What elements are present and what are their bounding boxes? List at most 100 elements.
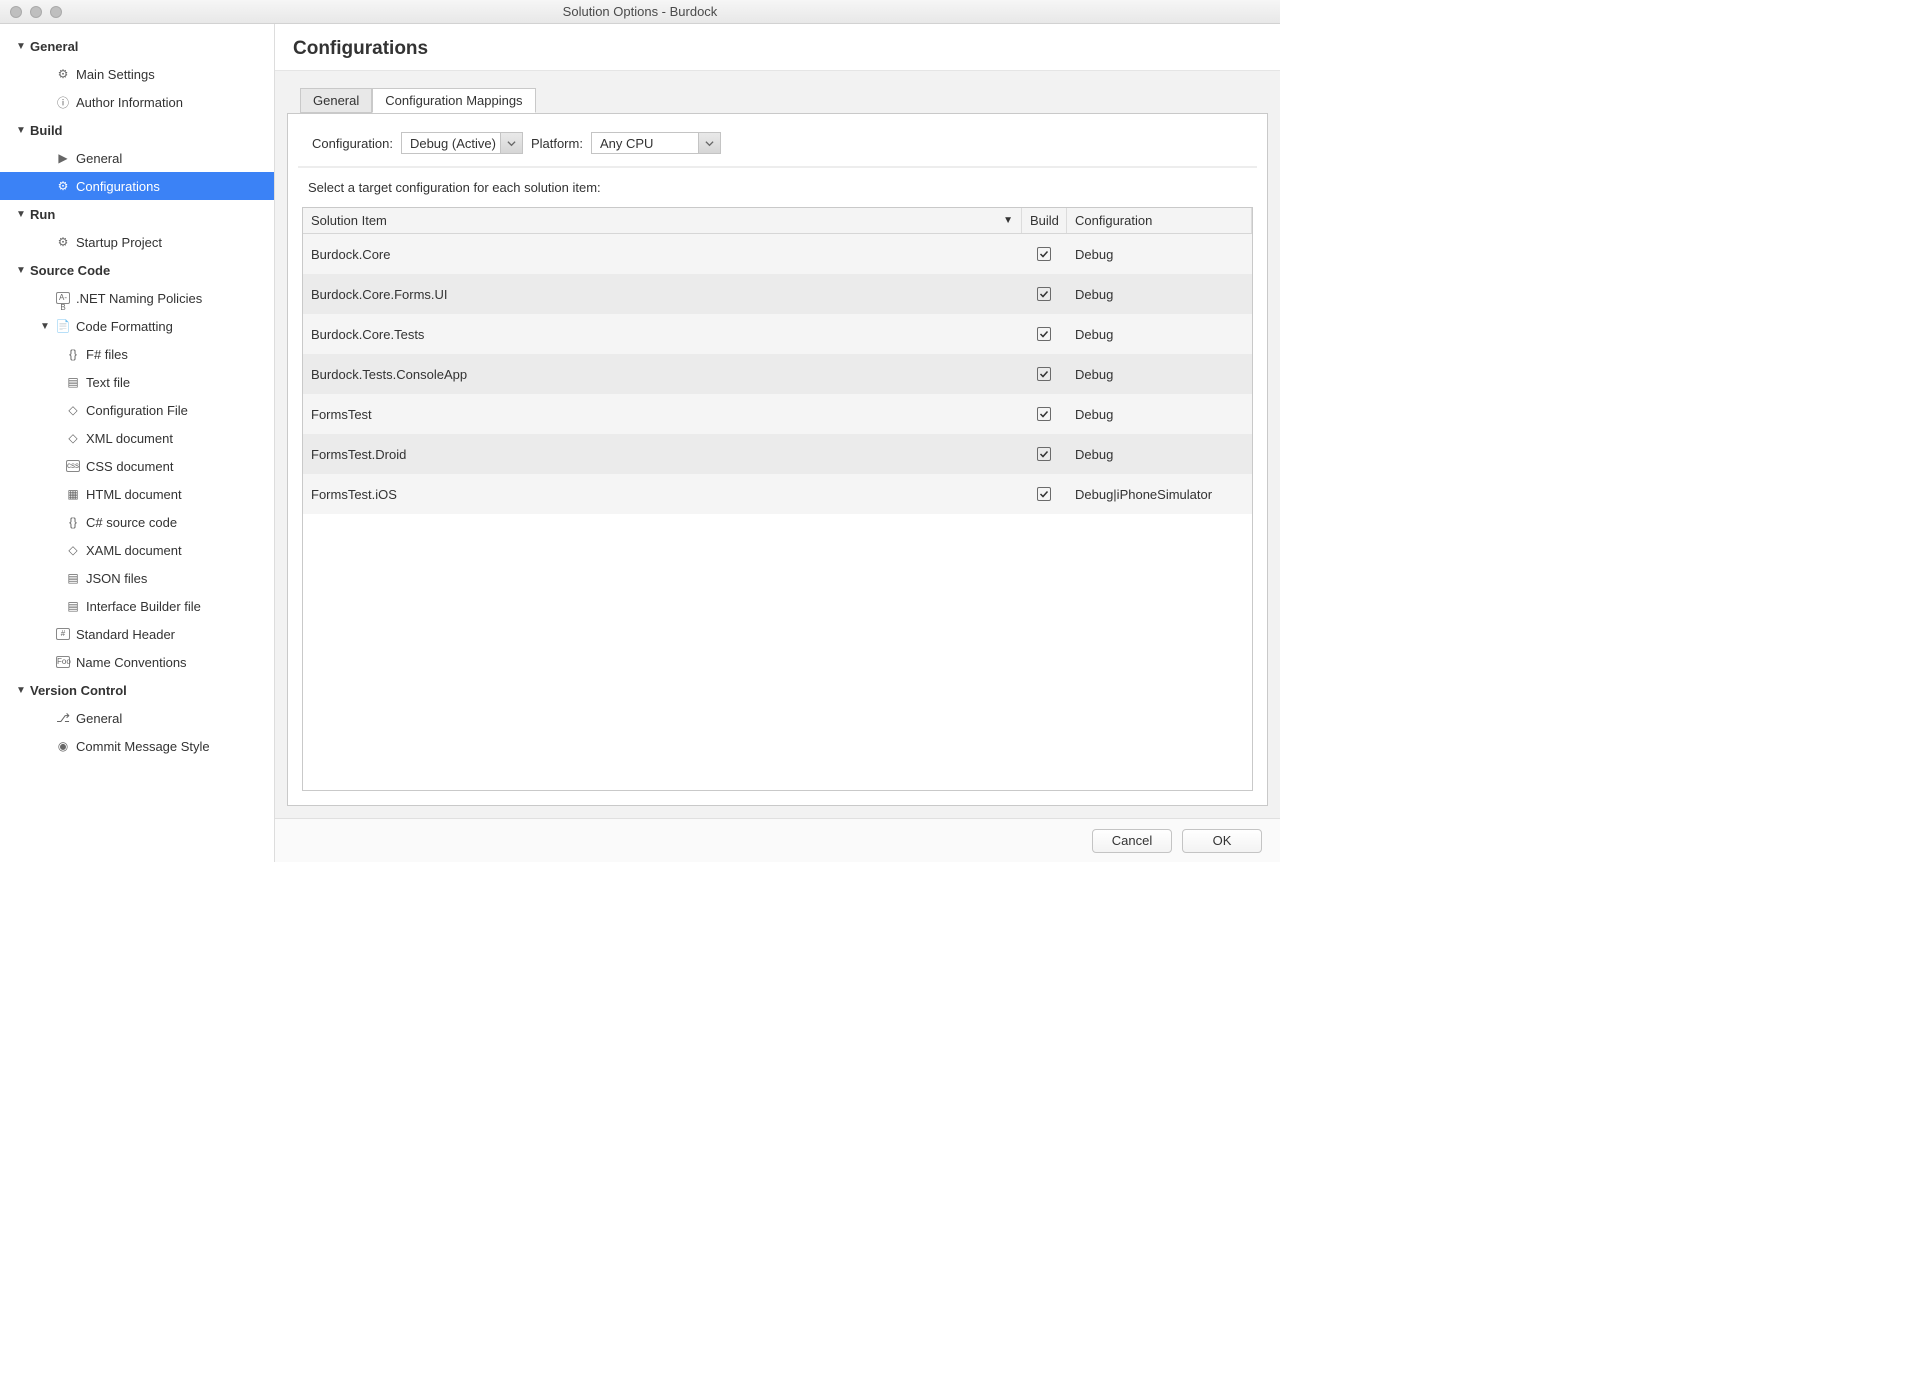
sidebar-item[interactable]: ▶ General (0, 144, 274, 172)
sidebar-item[interactable]: ⓘAuthor Information (0, 88, 274, 116)
build-checkbox[interactable] (1037, 487, 1051, 501)
minimize-window-button[interactable] (30, 6, 42, 18)
sidebar-section[interactable]: ▼General (0, 32, 274, 60)
sidebar-item-label: Configuration File (86, 403, 188, 418)
braces-icon: {} (64, 515, 82, 529)
sidebar-item[interactable]: ▤ Text file (0, 368, 274, 396)
sidebar-item[interactable]: ⚙Startup Project (0, 228, 274, 256)
disclosure-triangle-icon: ▼ (16, 685, 26, 696)
xml-icon: ◇ (64, 403, 82, 417)
sidebar-item-label: General (76, 151, 122, 166)
platform-select[interactable]: Any CPU (591, 132, 721, 154)
tab-general[interactable]: General (300, 88, 372, 113)
xml-icon: ◇ (64, 543, 82, 557)
cell-configuration[interactable]: Debug (1067, 407, 1252, 422)
sidebar-section[interactable]: ▼ Version Control (0, 676, 274, 704)
table-row[interactable]: Burdock.Tests.ConsoleAppDebug (303, 354, 1252, 394)
sidebar-item-label: Text file (86, 375, 130, 390)
close-window-button[interactable] (10, 6, 22, 18)
doc-icon: ▤ (64, 375, 82, 389)
column-configuration[interactable]: Configuration (1067, 208, 1252, 233)
cell-configuration[interactable]: Debug (1067, 447, 1252, 462)
build-checkbox[interactable] (1037, 407, 1051, 421)
ab-icon: A-B (54, 292, 72, 304)
configuration-select[interactable]: Debug (Active) (401, 132, 523, 154)
cell-build (1022, 367, 1067, 382)
sidebar-item-label: Commit Message Style (76, 739, 210, 754)
tab-mappings-label: Configuration Mappings (385, 93, 522, 108)
doc-icon: ▤ (64, 571, 82, 585)
sidebar-item-label: Standard Header (76, 627, 175, 642)
sidebar-section[interactable]: ▼Build (0, 116, 274, 144)
sidebar-item[interactable]: ▼📄Code Formatting (0, 312, 274, 340)
table-row[interactable]: Burdock.Core.TestsDebug (303, 314, 1252, 354)
sidebar-item[interactable]: ⎇General (0, 704, 274, 732)
sidebar-item-label: Startup Project (76, 235, 162, 250)
build-checkbox[interactable] (1037, 447, 1051, 461)
mappings-panel: Configuration: Debug (Active) Platform: … (287, 113, 1268, 806)
info-icon: ⓘ (54, 94, 72, 111)
sidebar-item[interactable]: ◇ Configuration File (0, 396, 274, 424)
sidebar-item[interactable]: #Standard Header (0, 620, 274, 648)
section-label: Source Code (30, 263, 110, 278)
section-label: Version Control (30, 683, 127, 698)
page-title: Configurations (275, 24, 1280, 71)
sort-descending-icon: ▼ (1003, 215, 1013, 226)
build-checkbox[interactable] (1037, 327, 1051, 341)
build-checkbox[interactable] (1037, 287, 1051, 301)
cancel-button[interactable]: Cancel (1092, 829, 1172, 853)
cell-solution-item: FormsTest.Droid (303, 447, 1022, 462)
sidebar-item-label: Configurations (76, 179, 160, 194)
sidebar-item-label: XAML document (86, 543, 182, 558)
build-checkbox[interactable] (1037, 247, 1051, 261)
tab-bar: General Configuration Mappings (300, 88, 1268, 113)
sidebar-item-label: C# source code (86, 515, 177, 530)
column-build[interactable]: Build (1022, 208, 1067, 233)
sidebar-item[interactable]: ▤ JSON files (0, 564, 274, 592)
sidebar-item[interactable]: {} C# source code (0, 508, 274, 536)
ok-button[interactable]: OK (1182, 829, 1262, 853)
sidebar-item[interactable]: ⚙Configurations (0, 172, 274, 200)
cell-configuration[interactable]: Debug (1067, 367, 1252, 382)
cell-build (1022, 487, 1067, 502)
sidebar-item-label: XML document (86, 431, 173, 446)
cell-configuration[interactable]: Debug (1067, 247, 1252, 262)
cell-solution-item: FormsTest.iOS (303, 487, 1022, 502)
table-row[interactable]: Burdock.Core.Forms.UIDebug (303, 274, 1252, 314)
doc-icon: ▤ (64, 599, 82, 613)
sidebar-item[interactable]: cssCSS document (0, 452, 274, 480)
build-checkbox[interactable] (1037, 367, 1051, 381)
sidebar-item-label: .NET Naming Policies (76, 291, 202, 306)
cell-configuration[interactable]: Debug (1067, 287, 1252, 302)
sidebar-item[interactable]: ◇ XAML document (0, 536, 274, 564)
cell-configuration[interactable]: Debug (1067, 327, 1252, 342)
cell-build (1022, 407, 1067, 422)
sidebar-item[interactable]: ▦HTML document (0, 480, 274, 508)
sidebar-item-label: JSON files (86, 571, 147, 586)
tab-configuration-mappings[interactable]: Configuration Mappings (372, 88, 535, 113)
play-icon: ▶ (54, 151, 72, 165)
table-row[interactable]: FormsTest.Droid Debug (303, 434, 1252, 474)
titlebar: Solution Options - Burdock (0, 0, 1280, 24)
column-solution-item[interactable]: Solution Item ▼ (303, 208, 1022, 233)
table-row[interactable]: FormsTest Debug (303, 394, 1252, 434)
cell-configuration[interactable]: Debug|iPhoneSimulator (1067, 487, 1252, 502)
cell-solution-item: FormsTest (303, 407, 1022, 422)
sidebar-item[interactable]: ◉Commit Message Style (0, 732, 274, 760)
platform-value: Any CPU (600, 136, 653, 151)
sidebar-item[interactable]: ▤ Interface Builder file (0, 592, 274, 620)
cell-solution-item: Burdock.Core (303, 247, 1022, 262)
dialog-footer: Cancel OK (275, 818, 1280, 862)
sidebar-item[interactable]: FooName Conventions (0, 648, 274, 676)
sidebar-item[interactable]: ◇XML document (0, 424, 274, 452)
sidebar-item[interactable]: {}F# files (0, 340, 274, 368)
sidebar-section[interactable]: ▼Run (0, 200, 274, 228)
sidebar: ▼General⚙Main SettingsⓘAuthor Informatio… (0, 24, 275, 862)
zoom-window-button[interactable] (50, 6, 62, 18)
table-row[interactable]: FormsTest.iOS Debug|iPhoneSimulator (303, 474, 1252, 514)
sidebar-item[interactable]: A-B .NET Naming Policies (0, 284, 274, 312)
sidebar-item[interactable]: ⚙Main Settings (0, 60, 274, 88)
sidebar-section[interactable]: ▼Source Code (0, 256, 274, 284)
table-row[interactable]: Burdock.Core Debug (303, 234, 1252, 274)
sidebar-item-label: Interface Builder file (86, 599, 201, 614)
